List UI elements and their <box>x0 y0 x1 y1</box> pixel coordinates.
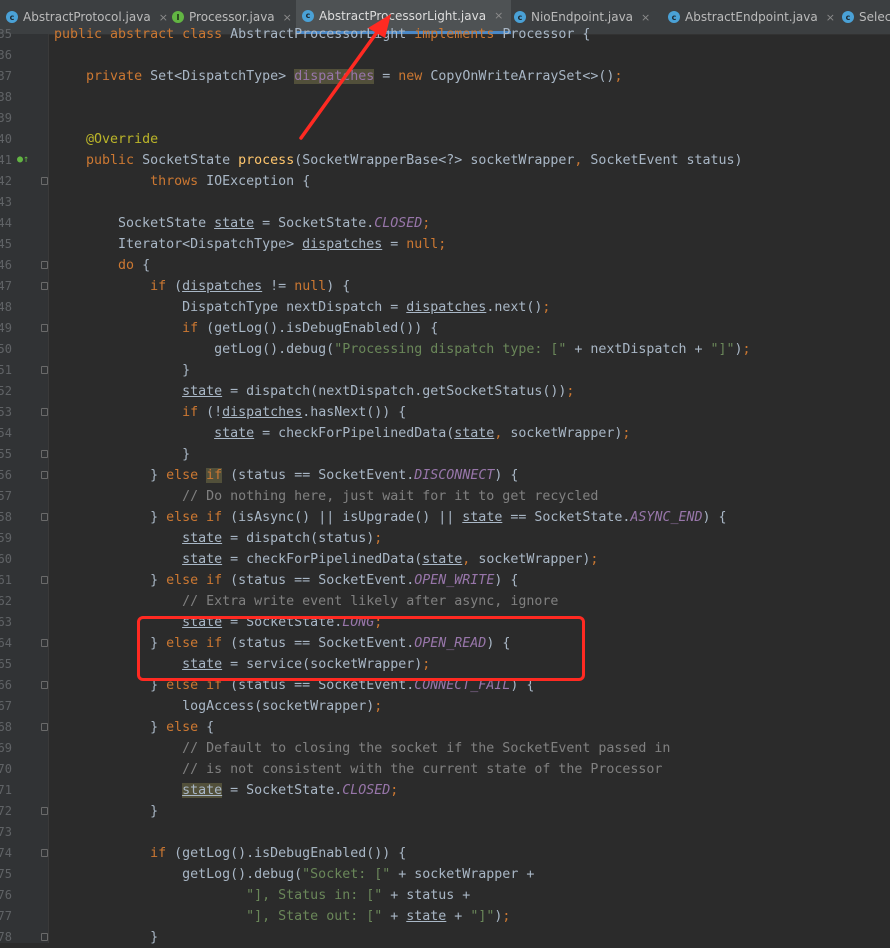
red-arrow-annotation <box>299 14 391 140</box>
